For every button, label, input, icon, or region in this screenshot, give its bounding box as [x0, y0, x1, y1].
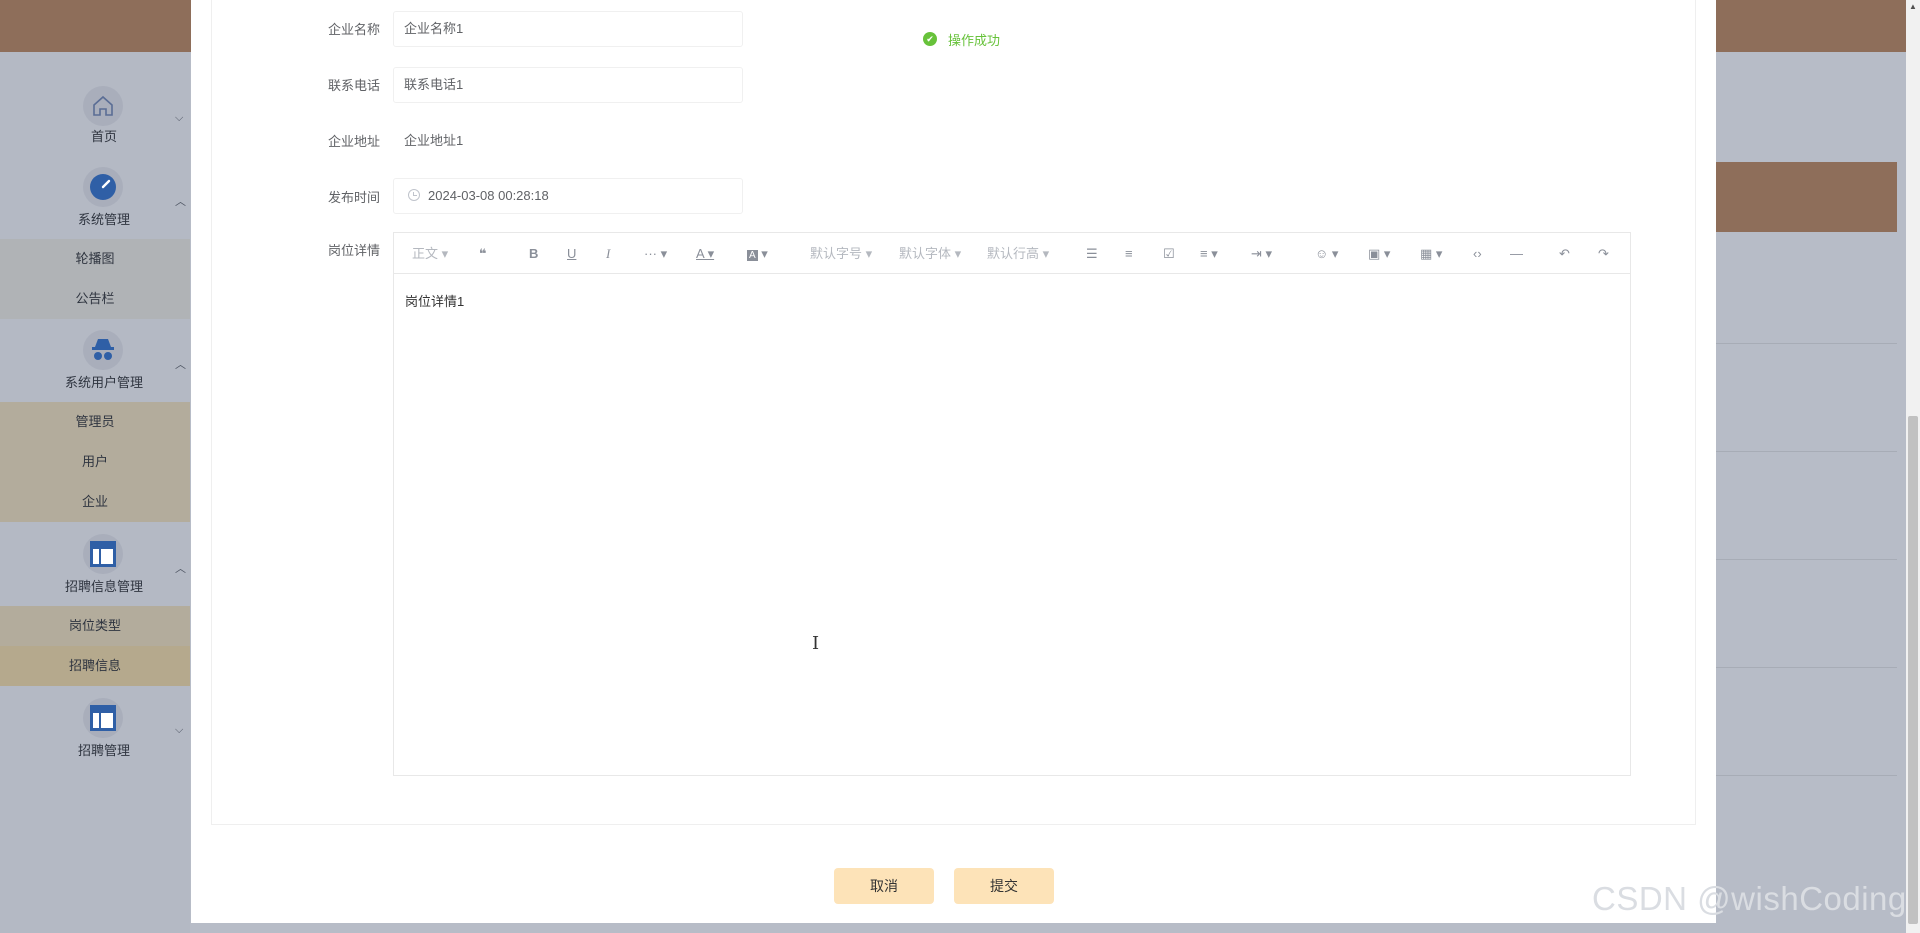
- redo-icon[interactable]: ↷: [1598, 246, 1609, 262]
- sidebar-item-user[interactable]: 用户: [0, 442, 190, 482]
- background-color-icon[interactable]: A ▾: [747, 246, 768, 264]
- submit-button[interactable]: 提交: [954, 868, 1054, 904]
- layout-icon[interactable]: [83, 534, 123, 574]
- publish-time-label: 发布时间: [327, 190, 380, 205]
- font-family-select[interactable]: 默认字体 ▾: [899, 246, 961, 262]
- underline-icon[interactable]: U: [567, 246, 576, 262]
- sidebar-item-recruit-info-mgmt[interactable]: 招聘信息管理: [0, 576, 208, 595]
- italic-icon[interactable]: I: [606, 246, 610, 262]
- sidebar-item-carousel[interactable]: 轮播图: [0, 239, 190, 279]
- font-color-icon[interactable]: A ▾: [696, 246, 714, 262]
- align-icon[interactable]: ≡ ▾: [1200, 246, 1218, 262]
- chevron-up-icon[interactable]: ︿: [175, 560, 186, 576]
- sidebar-item-notice[interactable]: 公告栏: [0, 279, 190, 319]
- numbered-list-icon[interactable]: ≡: [1125, 246, 1133, 262]
- rich-text-editor[interactable]: 正文 ▾ ❝ B U I ··· ▾ A ▾ A ▾ 默认字号 ▾ 默认字体 ▾…: [393, 232, 1631, 776]
- quote-icon[interactable]: ❝: [479, 246, 487, 262]
- gauge-icon[interactable]: [83, 167, 123, 207]
- sidebar: 首页 ⌵ 系统管理 ︿ 轮播图 公告栏 系统用户管理 ︿ 管理员 用户 企业 招…: [0, 52, 190, 933]
- text-cursor-icon: I: [812, 633, 820, 654]
- phone-input[interactable]: 联系电话1: [393, 67, 743, 103]
- phone-label: 联系电话: [327, 78, 380, 93]
- sidebar-item-admin[interactable]: 管理员: [0, 402, 190, 442]
- emoji-icon[interactable]: ☺ ▾: [1315, 246, 1338, 262]
- table-row-divider: [1715, 775, 1897, 776]
- spy-icon[interactable]: [83, 330, 123, 370]
- chevron-up-icon[interactable]: ︿: [175, 193, 186, 209]
- watermark: CSDN @wishCoding: [1592, 880, 1907, 917]
- table-row-divider: [1715, 451, 1897, 452]
- sidebar-item-system[interactable]: 系统管理: [0, 209, 208, 228]
- page-scrollbar[interactable]: ▲: [1906, 0, 1920, 933]
- undo-icon[interactable]: ↶: [1559, 246, 1570, 262]
- content-header-strip: [1715, 162, 1897, 232]
- table-icon[interactable]: ▦ ▾: [1420, 246, 1442, 262]
- sidebar-item-company[interactable]: 企业: [0, 482, 190, 522]
- image-icon[interactable]: ▣ ▾: [1368, 246, 1390, 262]
- company-name-input[interactable]: 企业名称1: [393, 11, 743, 47]
- clock-icon: [408, 189, 420, 201]
- publish-time-picker[interactable]: 2024-03-08 00:28:18: [393, 178, 743, 214]
- sidebar-item-recruit-info[interactable]: 招聘信息: [0, 646, 190, 686]
- company-name-label: 企业名称: [327, 22, 380, 37]
- table-row-divider: [1715, 559, 1897, 560]
- chevron-down-icon[interactable]: ⌵: [175, 724, 183, 737]
- chevron-down-icon[interactable]: ⌵: [175, 112, 183, 125]
- table-row-divider: [1715, 667, 1897, 668]
- indent-icon[interactable]: ⇥ ▾: [1251, 246, 1272, 262]
- cancel-button[interactable]: 取消: [834, 868, 934, 904]
- sidebar-item-job-type[interactable]: 岗位类型: [0, 606, 190, 646]
- home-icon[interactable]: [83, 86, 123, 126]
- paragraph-select[interactable]: 正文 ▾: [412, 246, 448, 262]
- chevron-up-icon[interactable]: ︿: [175, 356, 186, 372]
- table-row-divider: [1715, 343, 1897, 344]
- editor-toolbar: 正文 ▾ ❝ B U I ··· ▾ A ▾ A ▾ 默认字号 ▾ 默认字体 ▾…: [394, 233, 1630, 274]
- editor-content[interactable]: 岗位详情1: [405, 291, 464, 310]
- sidebar-item-recruit-mgmt[interactable]: 招聘管理: [0, 740, 208, 759]
- scrollbar-thumb[interactable]: [1908, 416, 1918, 924]
- layout-icon[interactable]: [83, 698, 123, 738]
- sidebar-item-home[interactable]: 首页: [0, 126, 208, 145]
- line-height-select[interactable]: 默认行高 ▾: [987, 246, 1049, 262]
- check-circle-icon: ✔: [923, 32, 937, 46]
- divider-icon[interactable]: ―: [1510, 246, 1523, 262]
- address-label: 企业地址: [327, 134, 380, 149]
- publish-time-value: 2024-03-08 00:28:18: [428, 188, 549, 203]
- todo-icon[interactable]: ☑: [1163, 246, 1175, 262]
- scroll-up-icon[interactable]: ▲: [1909, 2, 1917, 11]
- address-input[interactable]: 企业地址1: [393, 123, 743, 159]
- sidebar-item-user-mgmt[interactable]: 系统用户管理: [0, 372, 208, 391]
- font-size-select[interactable]: 默认字号 ▾: [810, 246, 872, 262]
- more-style-icon[interactable]: ··· ▾: [644, 246, 667, 262]
- toast-message: 操作成功: [948, 32, 1001, 48]
- bold-icon[interactable]: B: [529, 246, 538, 262]
- job-detail-label: 岗位详情: [327, 243, 380, 258]
- bulleted-list-icon[interactable]: ☰: [1086, 246, 1098, 262]
- code-icon[interactable]: ‹›: [1473, 246, 1482, 262]
- success-toast: ✔ 操作成功: [923, 30, 1000, 48]
